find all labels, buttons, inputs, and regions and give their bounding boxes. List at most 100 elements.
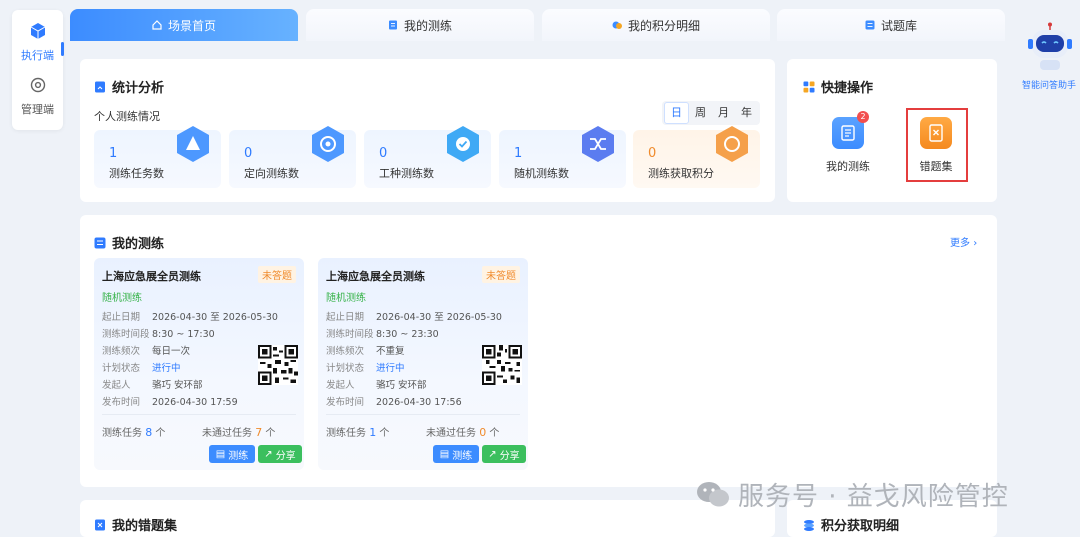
qr-code — [482, 345, 522, 385]
period-week[interactable]: 周 — [689, 103, 712, 123]
document-icon — [388, 20, 397, 30]
tab-points-detail[interactable]: 我的积分明细 — [542, 9, 770, 41]
card-row-publish: 发布时间 2026-04-30 17:59 — [102, 397, 238, 408]
tab-label: 场景首页 — [167, 18, 216, 33]
stat-label: 定向测练数 — [244, 167, 299, 180]
tab-label: 我的测练 — [403, 18, 452, 33]
stat-label: 测练获取积分 — [648, 167, 714, 180]
period-switch: 日 周 月 年 — [662, 101, 760, 125]
card-row-frequency: 测练频次 每日一次 — [102, 346, 191, 357]
practice-button[interactable]: ▤ 测练 — [209, 445, 255, 463]
stats-title: 统计分析 — [94, 77, 164, 96]
chevron-right-icon: › — [973, 238, 978, 249]
tab-my-practice[interactable]: 我的测练 — [306, 9, 534, 41]
stat-card-job-type: 0 工种测练数 — [364, 126, 491, 188]
check-hex-icon — [447, 126, 479, 162]
grid-icon — [803, 81, 815, 92]
wechat-icon — [697, 481, 729, 506]
card-row-initiator: 发起人 骆巧 安环部 — [326, 380, 427, 391]
status-badge: 未答题 — [258, 266, 296, 283]
stat-label: 工种测练数 — [379, 167, 434, 180]
highlight-box — [906, 108, 968, 182]
gear-icon — [30, 77, 45, 93]
stat-card-directed: 0 定向测练数 — [229, 126, 356, 188]
quick-my-practice[interactable]: 2 我的测练 — [820, 111, 876, 174]
list-icon — [865, 20, 875, 30]
shuffle-hex-icon — [582, 126, 614, 162]
sidebar-item-label: 执行端 — [21, 49, 54, 62]
left-sidebar: 执行端 管理端 — [12, 10, 64, 130]
fail-count: 未通过任务 7 个 — [202, 426, 276, 439]
card-row-state: 计划状态 进行中 — [102, 363, 181, 374]
card-type: 随机测练 — [326, 293, 366, 304]
card-row-state: 计划状态 进行中 — [326, 363, 405, 374]
quick-label: 我的测练 — [826, 160, 870, 173]
edit-icon: ▤ — [215, 448, 226, 460]
card-row-initiator: 发起人 骆巧 安环部 — [102, 380, 203, 391]
stats-subtitle: 个人测练情况 — [94, 110, 160, 123]
tab-label: 我的积分明细 — [627, 18, 700, 33]
practice-card[interactable]: 上海应急展全员测练 未答题 随机测练 起止日期 2026-04-30 至 2026… — [94, 258, 304, 470]
my-practice-title: 我的测练 — [94, 233, 164, 252]
warning-hex-icon — [177, 126, 209, 162]
stat-card-random: 1 随机测练数 — [499, 126, 626, 188]
card-title: 上海应急展全员测练 — [102, 270, 201, 283]
card-type: 随机测练 — [102, 293, 142, 304]
quick-ops-title: 快捷操作 — [803, 77, 873, 96]
period-month[interactable]: 月 — [712, 103, 735, 123]
bookmark-icon — [95, 81, 105, 92]
coin-hex-icon — [716, 126, 748, 162]
stat-value: 1 — [514, 146, 523, 161]
watermark: 服务号 · 益戈风险管控 — [696, 476, 1009, 513]
sidebar-item-label: 管理端 — [21, 103, 54, 116]
stat-value: 0 — [379, 146, 388, 161]
status-badge: 未答题 — [482, 266, 520, 283]
cube-icon — [30, 23, 45, 39]
home-icon — [152, 20, 162, 30]
card-row-dates: 起止日期 2026-04-30 至 2026-05-30 — [102, 312, 278, 323]
period-day[interactable]: 日 — [664, 102, 689, 124]
tab-label: 试题库 — [880, 18, 917, 33]
card-row-time: 测练时间段 8:30 ~ 17:30 — [102, 329, 215, 340]
card-title: 上海应急展全员测练 — [326, 270, 425, 283]
coins-icon — [612, 21, 622, 29]
task-count: 测练任务 8 个 — [102, 426, 166, 439]
share-icon: ↗ — [488, 448, 497, 460]
card-divider — [326, 414, 520, 415]
card-row-publish: 发布时间 2026-04-30 17:56 — [326, 397, 462, 408]
share-button[interactable]: ↗ 分享 — [258, 445, 302, 463]
list-icon — [94, 237, 106, 248]
tab-home[interactable]: 场景首页 — [70, 9, 298, 41]
wrong-set-title: 我的错题集 — [94, 515, 177, 534]
edit-icon: ▤ — [439, 448, 450, 460]
card-divider — [102, 414, 296, 415]
card-row-frequency: 测练频次 不重复 — [326, 346, 405, 357]
checklist-icon: 2 — [832, 111, 869, 149]
tab-question-bank[interactable]: 试题库 — [777, 9, 1005, 41]
more-link[interactable]: 更多 › — [950, 234, 977, 249]
wrong-set-panel — [80, 500, 775, 537]
coins-stack-icon — [804, 519, 814, 531]
stat-card-points: 0 测练获取积分 — [633, 126, 760, 188]
qr-code — [258, 345, 298, 385]
share-icon: ↗ — [264, 448, 273, 460]
stat-label: 测练任务数 — [109, 167, 164, 180]
share-button[interactable]: ↗ 分享 — [482, 445, 526, 463]
points-detail-title: 积分获取明细 — [803, 515, 899, 534]
error-book-icon — [95, 519, 105, 530]
stat-value: 0 — [648, 146, 657, 161]
card-row-dates: 起止日期 2026-04-30 至 2026-05-30 — [326, 312, 502, 323]
card-row-time: 测练时间段 8:30 ~ 23:30 — [326, 329, 439, 340]
stat-label: 随机测练数 — [514, 167, 569, 180]
period-year[interactable]: 年 — [735, 103, 758, 123]
practice-button[interactable]: ▤ 测练 — [433, 445, 479, 463]
stat-card-tasks: 1 测练任务数 — [94, 126, 221, 188]
target-hex-icon — [312, 126, 344, 162]
practice-card[interactable]: 上海应急展全员测练 未答题 随机测练 起止日期 2026-04-30 至 2026… — [318, 258, 528, 470]
stat-value: 1 — [109, 146, 118, 161]
sidebar-item-executor[interactable]: 执行端 — [12, 22, 64, 63]
assistant-label: 智能问答助手 — [1022, 81, 1077, 91]
sidebar-item-manager[interactable]: 管理端 — [12, 76, 63, 117]
robot-assistant-icon[interactable] — [1026, 22, 1074, 72]
stat-value: 0 — [244, 146, 253, 161]
